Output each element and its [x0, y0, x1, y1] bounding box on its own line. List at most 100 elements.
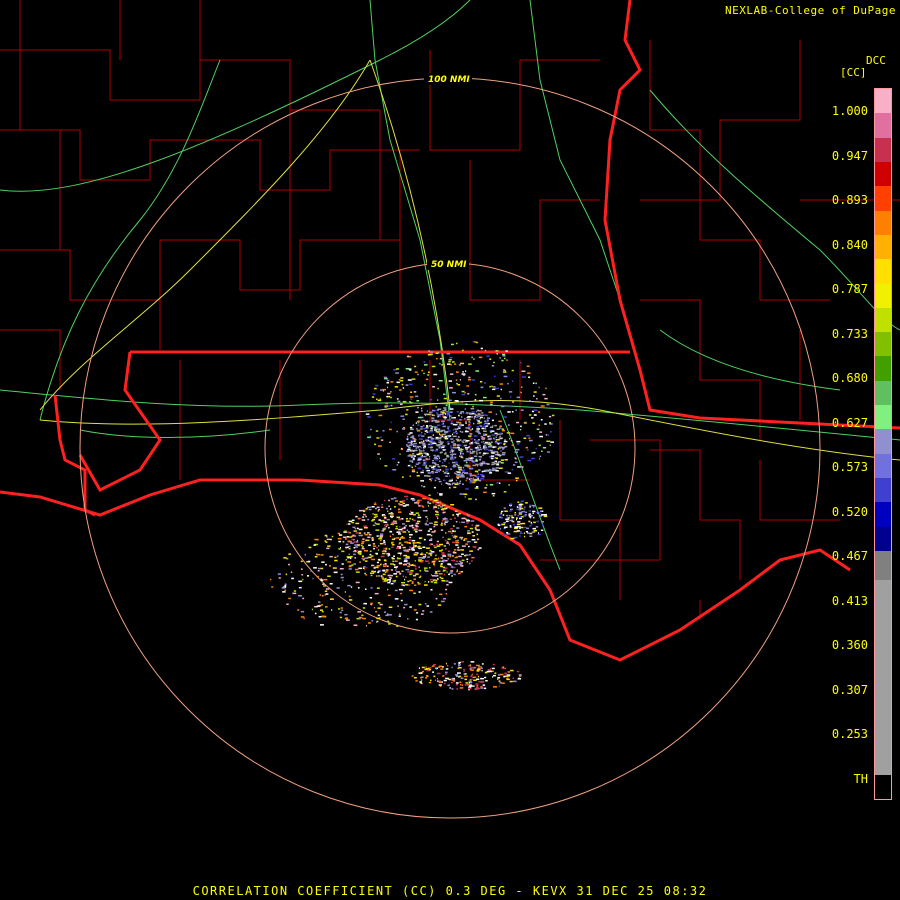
radar-return: [414, 568, 417, 570]
radar-return: [461, 416, 463, 418]
radar-return: [516, 517, 518, 519]
radar-return: [497, 448, 500, 450]
radar-return: [448, 380, 452, 382]
radar-return: [353, 530, 357, 532]
radar-return: [456, 482, 458, 484]
radar-return: [347, 531, 350, 534]
radar-return: [434, 471, 439, 473]
radar-return: [508, 405, 512, 408]
radar-return: [532, 527, 536, 530]
radar-return: [431, 449, 434, 452]
radar-return: [450, 438, 454, 440]
radar-return: [459, 424, 461, 427]
radar-return: [492, 386, 496, 388]
radar-return: [353, 553, 356, 556]
radar-return: [436, 540, 439, 543]
radar-return: [380, 439, 384, 441]
radar-return: [454, 472, 456, 474]
radar-return: [479, 425, 483, 427]
radar-return: [419, 450, 422, 452]
radar-return: [495, 467, 500, 469]
radar-return: [484, 671, 488, 674]
radar-return: [350, 555, 353, 558]
radar-return: [350, 557, 352, 560]
radar-return: [470, 438, 473, 440]
radar-return: [444, 548, 447, 550]
radar-return: [531, 504, 536, 507]
radar-return: [527, 372, 531, 374]
radar-return: [424, 413, 426, 415]
radar-return: [483, 430, 487, 432]
radar-return: [439, 543, 443, 546]
radar-return: [475, 447, 478, 449]
radar-return: [420, 677, 423, 679]
radar-return: [425, 516, 428, 518]
radar-return: [376, 617, 381, 620]
radar-return: [507, 671, 510, 673]
radar-return: [474, 541, 476, 543]
radar-return: [411, 435, 415, 437]
radar-return: [428, 465, 432, 467]
radar-return: [398, 552, 402, 554]
radar-return: [450, 421, 454, 423]
radar-return: [438, 480, 442, 483]
radar-return: [409, 517, 411, 520]
radar-return: [533, 409, 538, 411]
radar-return: [459, 444, 462, 447]
radar-return: [398, 615, 401, 617]
color-scale-swatch: [875, 526, 891, 552]
radar-return: [461, 349, 464, 352]
radar-return: [436, 545, 440, 547]
radar-return: [504, 357, 506, 360]
radar-return: [508, 503, 513, 505]
radar-return: [404, 603, 408, 606]
radar-return: [443, 682, 446, 685]
radar-return: [424, 553, 426, 556]
radar-return: [411, 449, 414, 452]
radar-return: [471, 356, 473, 359]
radar-return: [539, 435, 543, 438]
radar-return: [370, 572, 374, 574]
radar-return: [372, 393, 376, 395]
radar-return: [417, 516, 422, 519]
radar-return: [498, 524, 500, 527]
radar-return: [321, 595, 324, 597]
radar-return: [357, 517, 361, 520]
radar-return: [457, 562, 462, 565]
radar-return: [440, 524, 443, 526]
radar-return: [455, 544, 459, 546]
radar-return: [286, 603, 289, 605]
radar-return: [397, 461, 400, 464]
radar-return: [421, 407, 423, 410]
radar-return: [438, 444, 440, 447]
radar-return: [424, 580, 426, 583]
radar-return: [458, 421, 462, 424]
radar-return: [464, 418, 466, 420]
radar-return: [390, 582, 394, 585]
color-scale-swatch: [875, 453, 891, 479]
radar-return: [444, 472, 447, 474]
radar-return: [445, 465, 447, 468]
radar-return: [418, 603, 422, 606]
radar-return: [394, 560, 398, 562]
radar-return: [413, 578, 416, 580]
radar-return: [375, 384, 379, 387]
radar-return: [496, 482, 499, 484]
radar-return: [300, 560, 303, 563]
radar-return: [548, 415, 552, 418]
radar-return: [403, 584, 405, 587]
radar-return: [390, 391, 392, 393]
radar-return: [409, 464, 412, 467]
radar-return: [403, 427, 406, 429]
radar-return: [376, 506, 380, 509]
radar-return: [491, 457, 493, 460]
radar-return: [449, 387, 453, 389]
radar-return: [422, 450, 425, 452]
radar-return: [429, 528, 432, 530]
radar-return: [524, 506, 526, 508]
radar-return: [340, 607, 343, 609]
radar-return: [520, 391, 522, 394]
radar-return: [439, 438, 442, 440]
radar-return: [513, 530, 518, 533]
radar-return: [380, 389, 383, 391]
